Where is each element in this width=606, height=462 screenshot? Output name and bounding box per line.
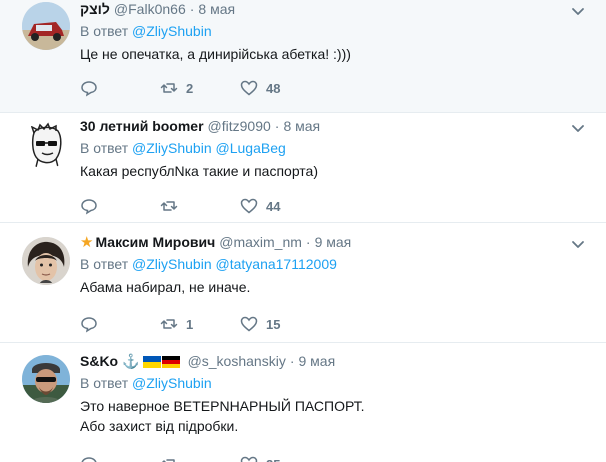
author-username[interactable]: @fitz9090	[208, 117, 271, 136]
retweet-icon	[161, 459, 175, 462]
like-button[interactable]: 25	[240, 455, 320, 462]
reply-context: В ответ @ZliyShubin	[80, 22, 586, 41]
mention-link[interactable]: @ZliyShubin	[132, 23, 212, 39]
retweet-count: 1	[186, 316, 194, 332]
reply-button[interactable]	[80, 315, 160, 333]
tweet-timestamp[interactable]: 8 мая	[283, 117, 320, 136]
anchor-icon: ⚓	[122, 353, 140, 369]
tweet-timestamp[interactable]: 9 мая	[299, 352, 336, 371]
chevron-down-icon[interactable]	[570, 121, 586, 137]
chevron-down-icon[interactable]	[570, 237, 586, 253]
tweet[interactable]: לוצק @Falk0n66 · 8 мая В ответ @ZliyShub…	[0, 0, 606, 112]
reply-icon	[81, 317, 97, 333]
tweet-text-line: Это наверное ВЕТЕРNНАРНЫЙ ПАСПОРТ.	[80, 398, 365, 414]
mention-link[interactable]: @ZliyShubin	[132, 375, 212, 391]
reply-icon	[81, 199, 97, 215]
tweet[interactable]: ★ Максим Мирович @maxim_nm · 9 мая В отв…	[0, 223, 606, 342]
like-count: 48	[266, 80, 281, 96]
heart-icon	[240, 456, 258, 462]
chevron-down-icon[interactable]	[570, 4, 586, 20]
author-name[interactable]: S&Ko	[80, 352, 118, 371]
retweet-button[interactable]	[160, 455, 240, 462]
ukraine-flag-icon	[142, 355, 161, 368]
tweet[interactable]: 30 летний boomer @fitz9090 · 8 мая В отв…	[0, 113, 606, 222]
mention-link[interactable]: @ZliyShubin	[132, 140, 212, 156]
reply-icon	[81, 81, 97, 97]
separator-dot: ·	[274, 118, 280, 134]
retweet-count: 2	[186, 80, 194, 96]
tweet-timestamp[interactable]: 8 мая	[198, 0, 235, 19]
avatar[interactable]	[22, 355, 70, 403]
tweet-text-line: Абама набирал, не иначе.	[80, 279, 251, 295]
reply-context: В ответ @ZliyShubin @tatyana17112009	[80, 255, 586, 274]
avatar[interactable]	[22, 237, 70, 285]
mention-link[interactable]: @tatyana17112009	[216, 256, 337, 272]
retweet-button[interactable]: 2	[160, 79, 240, 97]
star-icon: ★	[80, 234, 94, 251]
retweet-button[interactable]	[160, 197, 240, 215]
separator-dot: ·	[289, 353, 295, 369]
reply-prefix: В ответ	[80, 256, 129, 272]
avatar[interactable]	[22, 121, 70, 169]
reply-feed: לוצק @Falk0n66 · 8 мая В ответ @ZliyShub…	[0, 0, 606, 462]
like-button[interactable]: 44	[240, 197, 320, 215]
reply-icon	[81, 457, 97, 462]
germany-flag-icon	[161, 355, 180, 368]
tweet-text-line: Або захист від підробки.	[80, 418, 239, 434]
author-username[interactable]: @Falk0n66	[114, 0, 186, 19]
mention-link[interactable]: @ZliyShubin	[132, 256, 212, 272]
tweet-text: Это наверное ВЕТЕРNНАРНЫЙ ПАСПОРТ. Або з…	[80, 396, 586, 436]
like-count: 15	[266, 316, 281, 332]
tweet-text: Це не опечатка, а динирійська абетка! :)…	[80, 44, 586, 64]
retweet-icon	[160, 83, 178, 93]
like-count: 25	[266, 457, 280, 462]
heart-icon	[240, 316, 258, 332]
reply-prefix: В ответ	[80, 140, 129, 156]
tweet-text: Какая республNка такие и паспорта)	[80, 161, 586, 181]
author-username[interactable]: @maxim_nm	[219, 233, 302, 252]
reply-prefix: В ответ	[80, 23, 129, 39]
reply-context: В ответ @ZliyShubin @LugaBeg	[80, 139, 586, 158]
like-button[interactable]: 48	[240, 79, 320, 97]
retweet-icon	[160, 319, 178, 329]
tweet-text: Абама набирал, не иначе.	[80, 277, 586, 297]
tweet-text-line: Це не опечатка, а динирійська абетка! :)…	[80, 46, 351, 62]
reply-context: В ответ @ZliyShubin	[80, 374, 586, 393]
avatar[interactable]	[22, 2, 70, 50]
reply-button[interactable]	[80, 197, 160, 215]
reply-prefix: В ответ	[80, 375, 129, 391]
author-name[interactable]: Максим Мирович	[95, 233, 215, 252]
like-button[interactable]: 15	[240, 315, 320, 333]
heart-icon	[240, 80, 258, 96]
retweet-button[interactable]: 1	[160, 315, 240, 333]
author-name[interactable]: 30 летний boomer	[80, 117, 204, 136]
reply-button[interactable]	[80, 455, 160, 462]
retweet-icon	[160, 201, 178, 211]
author-username[interactable]: @s_koshanskiy	[188, 352, 286, 371]
tweet-timestamp[interactable]: 9 мая	[315, 233, 352, 252]
separator-dot: ·	[305, 234, 311, 250]
reply-button[interactable]	[80, 79, 160, 97]
heart-icon	[240, 198, 258, 214]
mention-link[interactable]: @LugaBeg	[216, 140, 286, 156]
author-name[interactable]: לוצק	[80, 0, 110, 19]
like-count: 44	[266, 198, 281, 214]
tweet-text-line: Какая республNка такие и паспорта)	[80, 163, 319, 179]
separator-dot: ·	[189, 1, 195, 17]
tweet[interactable]: S&Ko ⚓ @s_koshanskiy · 9 мая В ответ @Zl…	[0, 343, 606, 462]
